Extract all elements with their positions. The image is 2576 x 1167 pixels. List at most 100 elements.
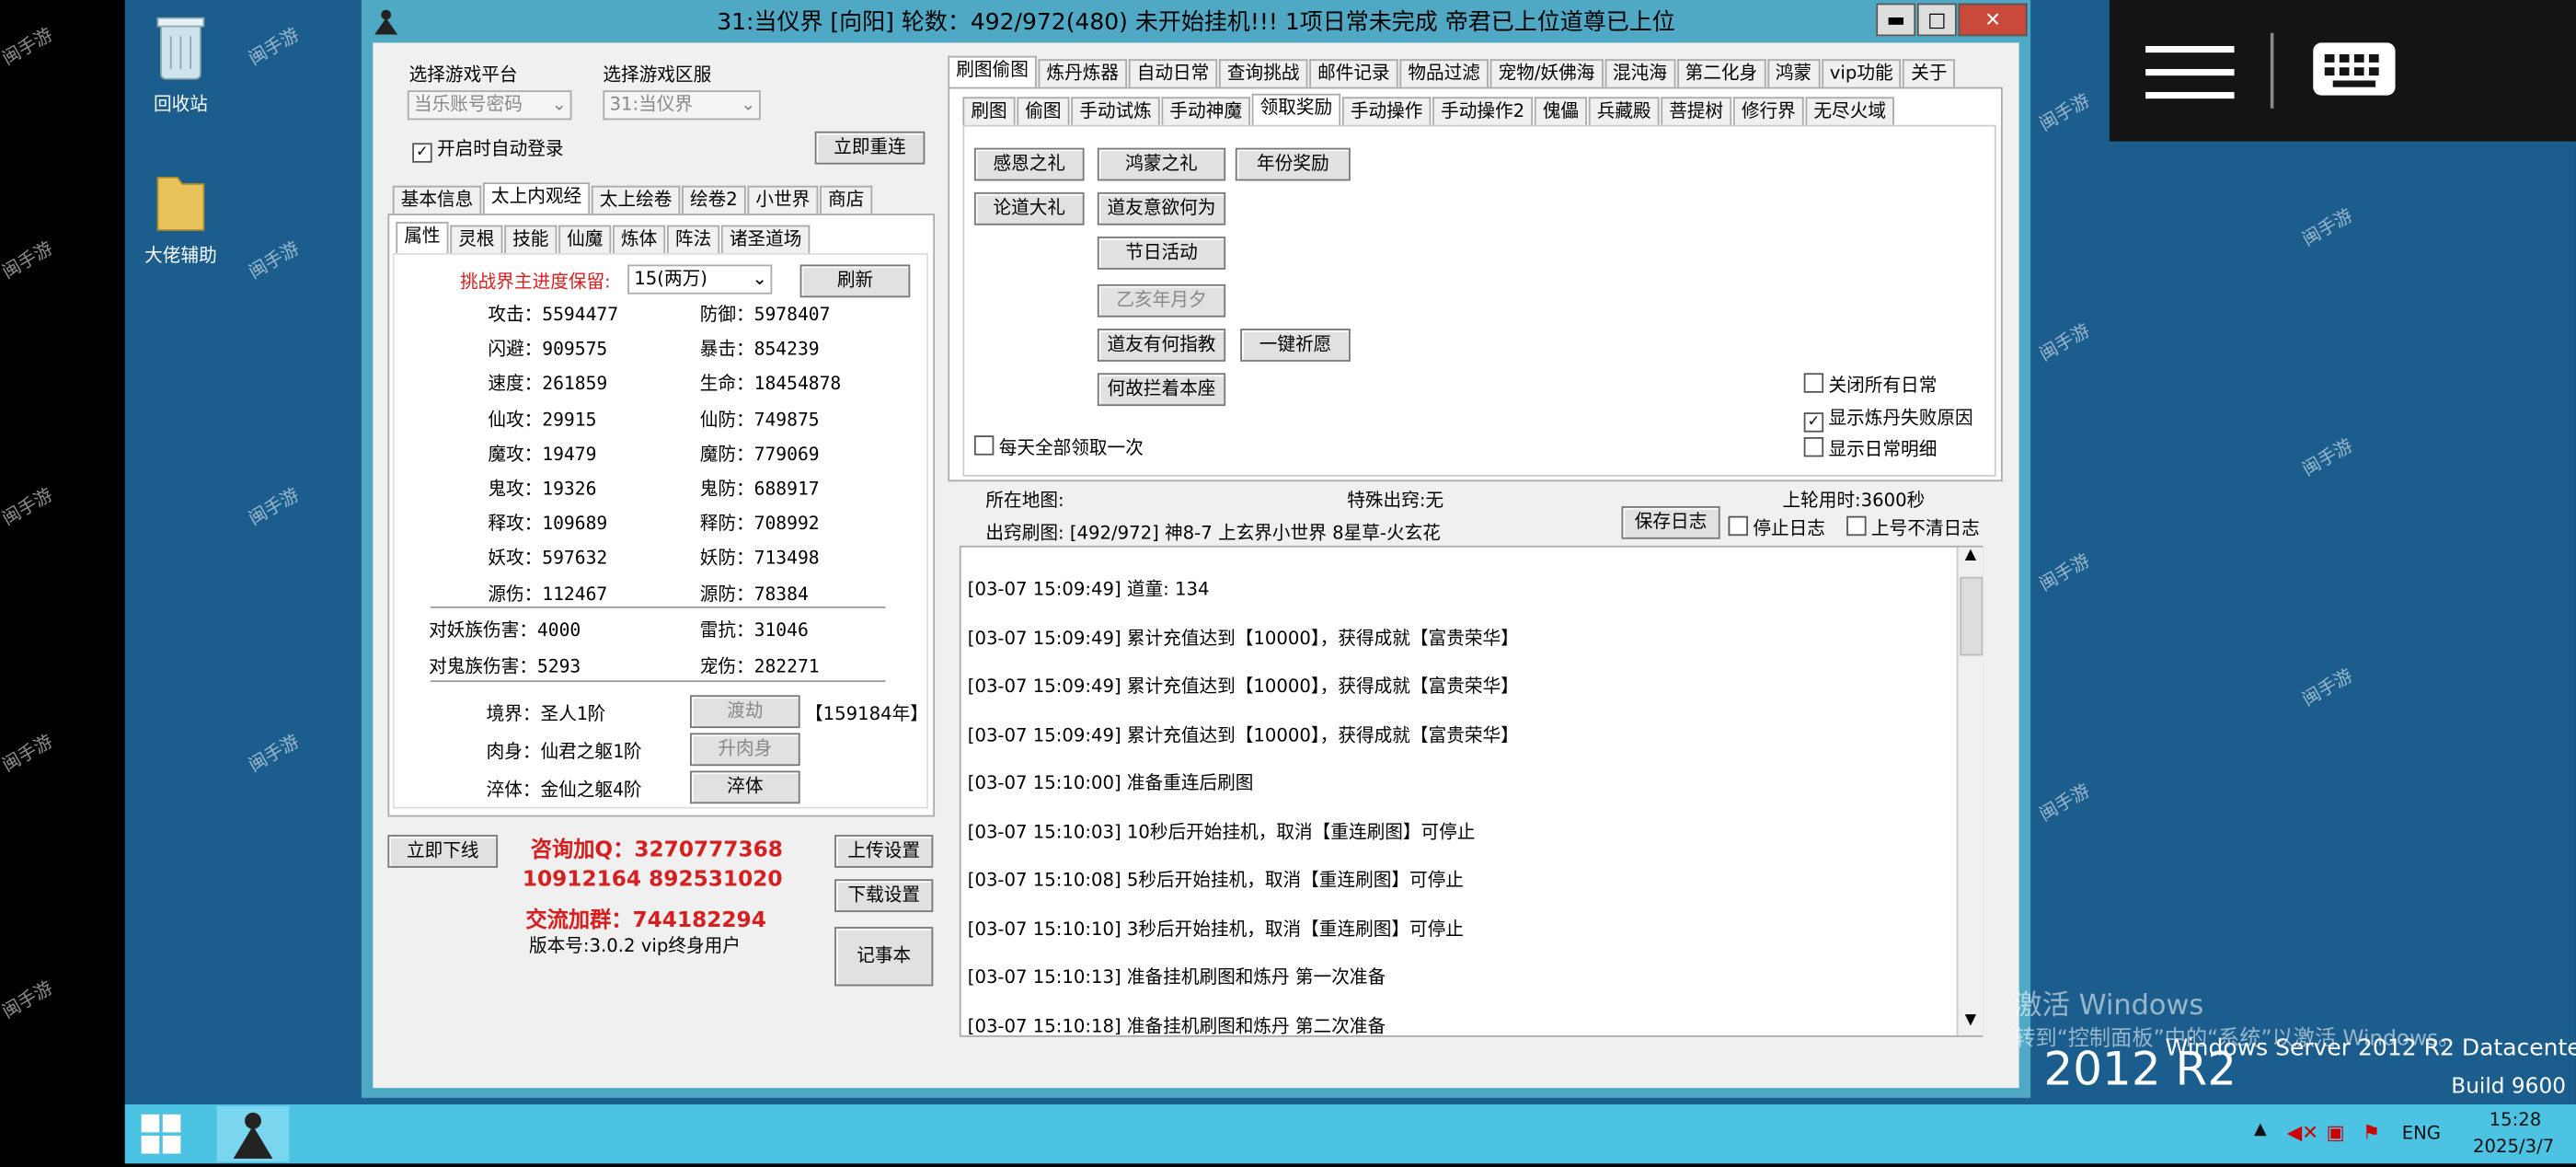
tab-rsubtabs-7[interactable]: 傀儡 — [1534, 97, 1587, 125]
tab-rsubtabs-2[interactable]: 手动试炼 — [1071, 97, 1160, 125]
close-daily-checkbox[interactable]: 关闭所有日常 — [1803, 372, 1938, 399]
windows-start-icon[interactable] — [141, 1114, 181, 1154]
daily-all-label: 每天全部领取一次 — [998, 436, 1144, 459]
window-title: 31:当仪界 [向阳] 轮数：492/972(480) 未开始挂机!!! 1项日… — [717, 9, 1675, 37]
upgrade-body-button[interactable]: 升肉身 — [689, 733, 800, 767]
taskbar-app-icon[interactable] — [216, 1105, 290, 1162]
save-log-button[interactable]: 保存日志 — [1621, 505, 1720, 539]
tab-rtabs-3[interactable]: 查询挑战 — [1218, 59, 1308, 87]
lunar-eve-button[interactable]: 乙亥年月夕 — [1097, 283, 1226, 318]
gratitude-gift-button[interactable]: 感恩之礼 — [973, 147, 1085, 181]
log-scrollbar[interactable]: ▲ ▼ — [1956, 547, 1984, 1035]
tab-lsubtabs-5[interactable]: 阵法 — [666, 225, 720, 253]
tab-rtabs-6[interactable]: 宠物/妖佛海 — [1489, 59, 1604, 87]
last-time-label: 上轮用时:3600秒 — [1782, 490, 1926, 512]
folder-icon[interactable]: 大佬辅助 — [123, 165, 238, 268]
scroll-thumb[interactable] — [1960, 576, 1984, 656]
taskbar: ▲ ◀✕ ▣ ⚑ ENG 15:28 2025/3/7 — [124, 1103, 2576, 1164]
tab-ltabs-3[interactable]: 绘卷2 — [682, 185, 746, 214]
tab-rtabs-0[interactable]: 刷图偷图 — [948, 55, 1037, 89]
no-clear-checkbox[interactable]: 上号不清日志 — [1846, 514, 1980, 541]
tab-rtabs-11[interactable]: 关于 — [1903, 59, 1956, 87]
tab-rtabs-9[interactable]: 鸿蒙 — [1766, 59, 1821, 87]
hongmeng-gift-button[interactable]: 鸿蒙之礼 — [1097, 147, 1226, 181]
tab-rtabs-5[interactable]: 物品过滤 — [1399, 59, 1489, 87]
maximize-button[interactable]: □ — [1916, 3, 1957, 37]
tab-rsubtabs-10[interactable]: 修行界 — [1732, 97, 1804, 125]
tab-rsubtabs-3[interactable]: 手动神魔 — [1161, 97, 1250, 125]
chevron-down-icon[interactable]: ▼ — [1959, 1012, 1984, 1035]
close-button[interactable]: ✕ — [1958, 3, 2028, 37]
chevron-down-icon: ⌄ — [752, 268, 767, 290]
tab-rsubtabs-5[interactable]: 手动操作 — [1341, 97, 1432, 125]
tribulation-button[interactable]: 渡劫 — [689, 695, 800, 729]
festival-button[interactable]: 节日活动 — [1097, 237, 1226, 270]
tab-rsubtabs-1[interactable]: 偷图 — [1017, 97, 1070, 125]
stop-log-checkbox[interactable]: 停止日志 — [1728, 514, 1825, 541]
year-reward-button[interactable]: 年份奖励 — [1235, 147, 1351, 181]
chevron-up-icon[interactable]: ▲ — [1959, 548, 1984, 571]
tab-ltabs-0[interactable]: 基本信息 — [392, 185, 482, 214]
tab-rsubtabs-6[interactable]: 手动操作2 — [1432, 97, 1534, 125]
show-fail-checkbox[interactable]: ✓ 显示炼丹失败原因 — [1803, 404, 1973, 433]
tab-lsubtabs-3[interactable]: 仙魔 — [558, 225, 612, 253]
download-settings-button[interactable]: 下载设置 — [834, 879, 934, 913]
tab-ltabs-4[interactable]: 小世界 — [747, 185, 819, 214]
challenge-select[interactable]: 15(两万) ⌄ — [627, 264, 773, 295]
keyboard-icon[interactable] — [2313, 42, 2396, 96]
friend-advice-button[interactable]: 道友有何指教 — [1097, 329, 1226, 362]
temper-button[interactable]: 淬体 — [689, 770, 800, 804]
tab-lsubtabs-6[interactable]: 诸圣道场 — [720, 225, 811, 253]
autologin-checkbox[interactable]: ✓ 开启时自动登录 — [412, 134, 563, 163]
daily-all-checkbox[interactable]: 每天全部领取一次 — [973, 433, 1144, 460]
tab-rtabs-1[interactable]: 炼丹炼器 — [1038, 59, 1127, 87]
upload-settings-button[interactable]: 上传设置 — [834, 835, 934, 868]
offline-button[interactable]: 立即下线 — [387, 835, 499, 868]
tab-lsubtabs-1[interactable]: 灵根 — [450, 225, 503, 253]
tab-lsubtabs-2[interactable]: 技能 — [504, 225, 558, 253]
one-click-wish-button[interactable]: 一键祈愿 — [1240, 329, 1351, 362]
stat-value: 鬼防：688917 — [699, 478, 820, 500]
refresh-button[interactable]: 刷新 — [799, 264, 911, 298]
notepad-button[interactable]: 记事本 — [834, 927, 934, 987]
language-indicator[interactable]: ENG — [2402, 1123, 2441, 1144]
reconnect-button[interactable]: 立即重连 — [814, 131, 926, 165]
tab-ltabs-5[interactable]: 商店 — [820, 185, 873, 214]
speaker-icon[interactable]: ◀✕ — [2287, 1121, 2318, 1144]
tab-rtabs-8[interactable]: 第二化身 — [1676, 59, 1766, 87]
platform-select[interactable]: 当乐账号密码 ⌄ — [407, 90, 572, 121]
log-textarea[interactable]: [03-07 15:09:49] 道童: 134 [03-07 15:09:49]… — [959, 545, 1984, 1037]
tab-ltabs-2[interactable]: 太上绘卷 — [591, 185, 681, 214]
minimize-button[interactable]: ▬ — [1876, 3, 1916, 37]
chevron-down-icon: ⌄ — [551, 93, 568, 115]
special-label: 特殊出窍:无 — [1347, 490, 1444, 512]
tab-rsubtabs-4[interactable]: 领取奖励 — [1251, 93, 1341, 127]
close-daily-label: 关闭所有日常 — [1828, 375, 1938, 397]
tab-rsubtabs-8[interactable]: 兵藏殿 — [1588, 97, 1660, 125]
friend-intent-button[interactable]: 道友意欲何为 — [1097, 191, 1226, 225]
tab-rtabs-4[interactable]: 邮件记录 — [1309, 59, 1398, 87]
tab-rsubtabs-9[interactable]: 菩提树 — [1661, 97, 1732, 125]
tab-ltabs-1[interactable]: 太上内观经 — [482, 182, 591, 215]
tab-lsubtabs-4[interactable]: 炼体 — [613, 225, 666, 253]
hamburger-menu-icon[interactable] — [2145, 45, 2235, 99]
tab-rtabs-2[interactable]: 自动日常 — [1128, 59, 1218, 87]
clock-date[interactable]: 2025/3/7 — [2461, 1136, 2566, 1157]
why-block-button[interactable]: 何故拦着本座 — [1097, 373, 1226, 407]
stat-value: 攻击：5594477 — [488, 304, 619, 326]
tab-lsubtabs-0[interactable]: 属性 — [396, 222, 449, 255]
server-select[interactable]: 31:当仪界 ⌄ — [603, 90, 761, 121]
recycle-bin-icon[interactable]: 回收站 — [123, 13, 238, 116]
tab-rtabs-7[interactable]: 混沌海 — [1604, 59, 1675, 87]
show-detail-checkbox[interactable]: 显示日常明细 — [1803, 435, 1937, 462]
dao-gift-button[interactable]: 论道大礼 — [973, 191, 1085, 225]
clock-time[interactable]: 15:28 — [2474, 1109, 2556, 1130]
tray-arrow-icon[interactable]: ▲ — [2254, 1121, 2267, 1139]
tab-rsubtabs-11[interactable]: 无尽火域 — [1805, 97, 1894, 125]
tab-rtabs-10[interactable]: vip功能 — [1821, 59, 1902, 87]
tab-rsubtabs-0[interactable]: 刷图 — [962, 97, 1016, 125]
flag-icon[interactable]: ⚑ — [2363, 1121, 2380, 1144]
network-icon[interactable]: ▣ — [2327, 1121, 2345, 1144]
checkbox-box — [1728, 515, 1748, 537]
platform-label: 选择游戏平台 — [408, 64, 518, 86]
